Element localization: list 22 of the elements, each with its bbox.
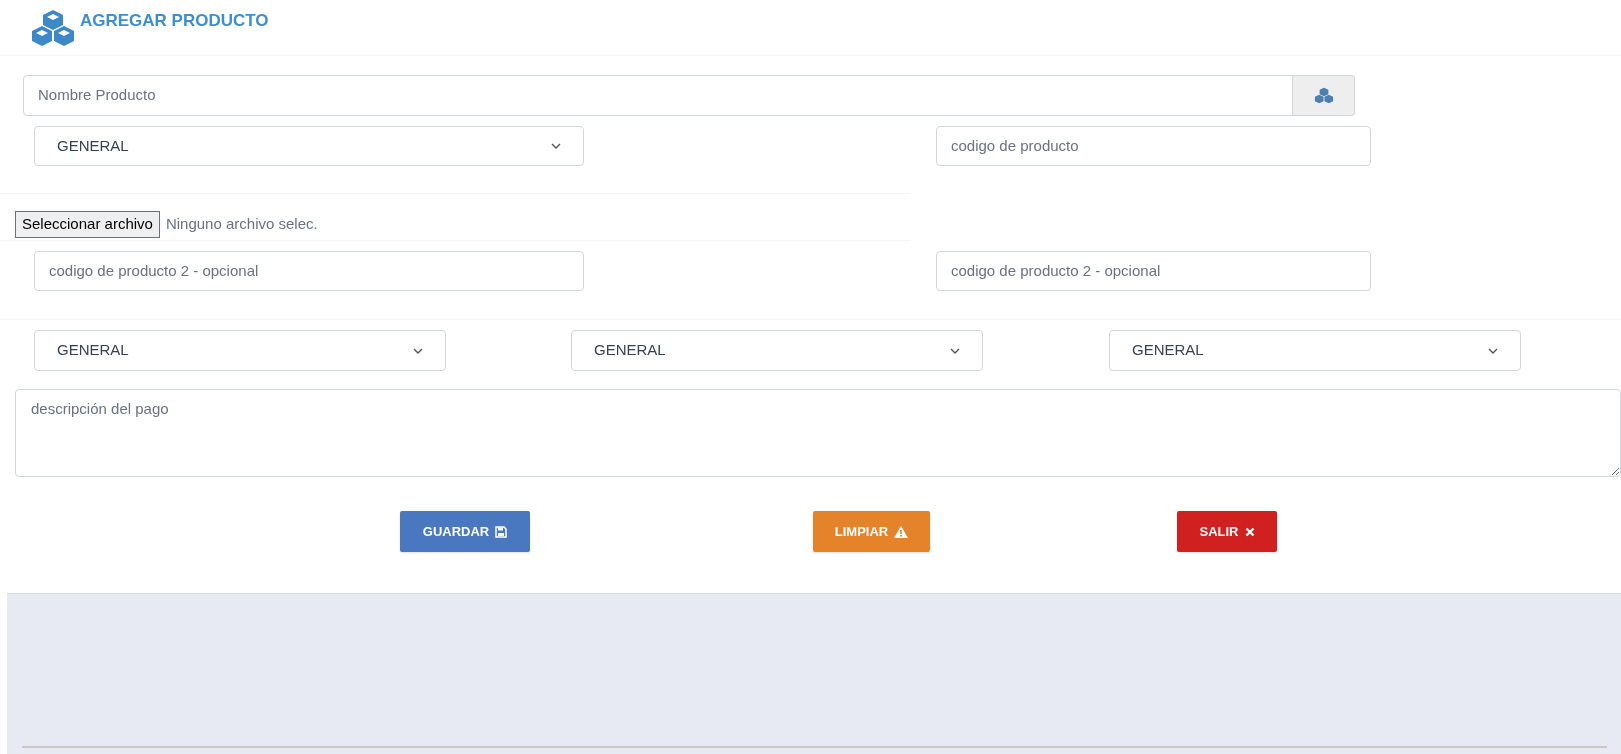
description-field[interactable]: descripción del pago — [15, 389, 1621, 477]
optional-code-field[interactable]: codigo de producto 2 - opcional — [936, 251, 1371, 291]
page-title: AGREGAR PRODUCTO — [80, 9, 269, 32]
close-icon — [1244, 526, 1255, 537]
file-status: Ninguno archivo selec. — [165, 214, 318, 235]
cubes-icon — [30, 8, 76, 47]
category-select[interactable]: GENERAL — [1109, 330, 1521, 371]
category-select[interactable]: GENERAL — [34, 330, 446, 371]
save-button[interactable]: GUARDAR — [400, 511, 530, 552]
chevron-down-icon — [413, 347, 423, 354]
optional-code-field[interactable]: codigo de producto 2 - opcional — [34, 251, 584, 291]
chevron-down-icon — [1488, 347, 1498, 354]
product-code-field[interactable]: codigo de producto — [936, 126, 1371, 166]
warning-icon — [894, 525, 909, 538]
category-select[interactable]: GENERAL — [34, 126, 584, 166]
chevron-down-icon — [551, 143, 561, 149]
cubes-icon — [1313, 87, 1334, 104]
choose-file-button[interactable]: Seleccionar archivo — [15, 211, 160, 238]
exit-button[interactable]: SALIR — [1177, 511, 1277, 552]
chevron-down-icon — [950, 347, 960, 354]
product-name-field[interactable]: Nombre Producto — [23, 75, 1293, 116]
category-select[interactable]: GENERAL — [571, 330, 983, 371]
